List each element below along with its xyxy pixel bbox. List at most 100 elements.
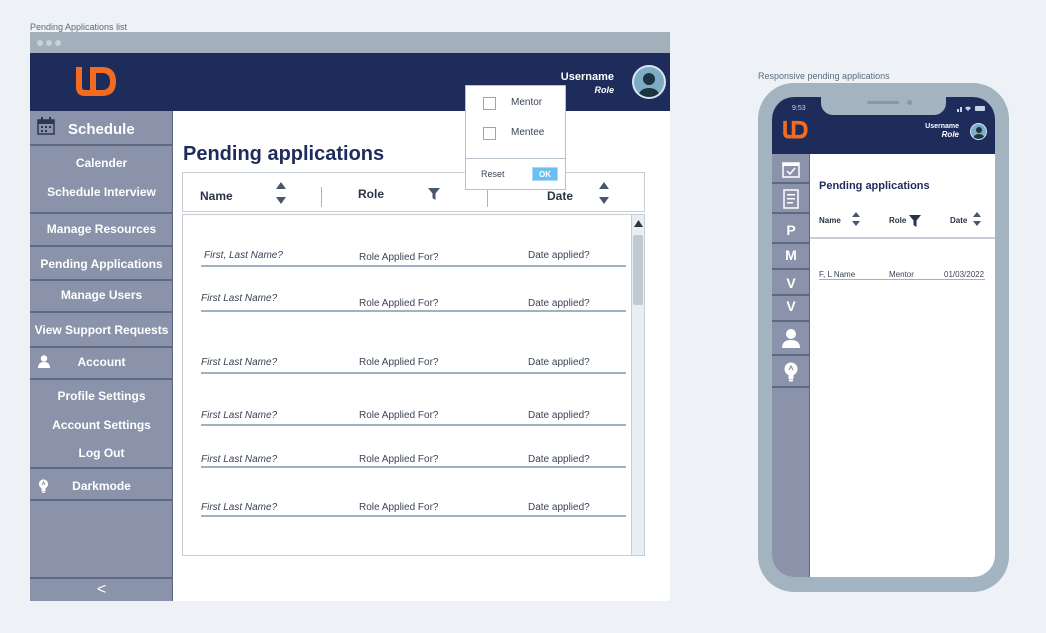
person-icon	[38, 355, 50, 368]
sidebar-item-calendar[interactable]	[772, 154, 810, 184]
sidebar-item-account[interactable]: Account	[30, 355, 173, 369]
sidebar-divider	[30, 311, 173, 313]
sidebar-divider	[30, 346, 173, 348]
sidebar-item-manage[interactable]: M	[772, 242, 810, 270]
sidebar: Schedule Calender Schedule Interview Man…	[30, 111, 173, 601]
filter-icon[interactable]	[428, 188, 440, 200]
sidebar-item-darkmode[interactable]	[772, 356, 810, 388]
column-header-role[interactable]: Role	[358, 187, 384, 201]
calendar-check-icon	[782, 162, 800, 178]
cell-name: First Last Name?	[201, 410, 278, 421]
sidebar-divider	[30, 499, 173, 501]
checkbox[interactable]	[483, 97, 496, 110]
table-body: First, Last Name? Role Applied For? Date…	[182, 214, 645, 556]
sidebar-item-view-2[interactable]: V	[772, 296, 810, 322]
scrollbar-thumb[interactable]	[633, 235, 643, 305]
avatar[interactable]	[970, 123, 987, 140]
caption-mobile: Responsive pending applications	[758, 71, 890, 81]
schedule-title: Schedule	[68, 121, 135, 138]
cell-role: Role Applied For?	[359, 357, 439, 368]
sidebar-item-schedule-interview[interactable]: Schedule Interview	[30, 185, 173, 199]
sort-icon[interactable]	[276, 182, 286, 206]
sidebar-collapse-button[interactable]: <	[30, 577, 173, 601]
sidebar-item-log-out[interactable]: Log Out	[30, 446, 173, 460]
top-bar: Username Role	[30, 53, 670, 111]
status-icons	[957, 106, 985, 112]
cell-date: Date applied?	[528, 250, 590, 261]
row-divider	[819, 279, 985, 280]
row-divider	[201, 466, 626, 468]
scroll-up-arrow-icon[interactable]	[634, 220, 643, 227]
sidebar-item-label: Darkmode	[72, 479, 131, 493]
person-icon	[782, 329, 800, 348]
ok-button[interactable]: OK	[532, 167, 558, 181]
sidebar-divider	[30, 378, 173, 380]
sort-icon[interactable]	[973, 212, 981, 227]
cell-name: F, L Name	[819, 270, 856, 279]
caption-desktop: Pending Applications list	[30, 22, 128, 32]
column-header-name[interactable]: Name	[200, 189, 233, 203]
scrollbar[interactable]	[631, 215, 644, 555]
document-icon	[783, 189, 799, 209]
sidebar-item-resources[interactable]	[772, 184, 810, 214]
column-header-role[interactable]: Role	[889, 216, 906, 225]
reset-button[interactable]: Reset	[481, 169, 505, 179]
lightbulb-icon	[38, 479, 49, 493]
sidebar-item-label: Account	[77, 355, 126, 369]
row-divider	[201, 265, 626, 267]
cell-role: Role Applied For?	[359, 454, 439, 465]
cell-name: First Last Name?	[201, 293, 278, 304]
speaker-grille	[867, 101, 899, 104]
phone-screen: 9:53 Username Role P M V V Pending appli…	[772, 97, 995, 577]
sidebar-item-profile-settings[interactable]: Profile Settings	[30, 389, 173, 403]
column-header-date[interactable]: Date	[547, 189, 573, 203]
row-divider	[201, 515, 626, 517]
sidebar-item-pending-applications[interactable]: Pending Applications	[30, 257, 173, 271]
column-divider	[487, 187, 488, 207]
sidebar-item-account[interactable]	[772, 322, 810, 356]
column-divider	[321, 187, 322, 207]
cell-role: Role Applied For?	[359, 298, 439, 309]
logo-icon[interactable]	[74, 65, 120, 99]
sidebar-item-calender[interactable]: Calender	[30, 156, 173, 170]
cell-role: Role Applied For?	[359, 502, 439, 513]
cell-date: Date applied?	[528, 502, 590, 513]
sidebar-divider	[30, 279, 173, 281]
sidebar-item-view-support-requests[interactable]: View Support Requests	[30, 323, 173, 337]
page-title: Pending applications	[183, 143, 385, 165]
sort-icon[interactable]	[599, 182, 609, 206]
logo-icon[interactable]	[782, 119, 810, 141]
sidebar-item-pending[interactable]: P	[772, 214, 810, 244]
row-divider	[201, 424, 626, 426]
column-header-name[interactable]: Name	[819, 216, 841, 225]
mobile-user-info: Username Role	[925, 123, 959, 139]
sidebar-divider	[30, 212, 173, 214]
sidebar-item-account-settings[interactable]: Account Settings	[30, 418, 173, 432]
window-dot-icon[interactable]	[37, 40, 43, 46]
avatar[interactable]	[632, 65, 666, 99]
chevron-left-icon: <	[96, 581, 107, 598]
username-label: Username	[925, 123, 959, 130]
calendar-icon	[37, 117, 55, 135]
sidebar-item-manage-resources[interactable]: Manage Resources	[30, 222, 173, 236]
front-camera	[907, 100, 912, 105]
role-filter-popup: Mentor Mentee Reset OK	[465, 85, 566, 190]
cell-name: First, Last Name?	[204, 250, 283, 261]
header-divider	[810, 237, 995, 239]
window-dot-icon[interactable]	[55, 40, 61, 46]
sidebar-item-manage-users[interactable]: Manage Users	[30, 288, 173, 302]
window-dot-icon[interactable]	[46, 40, 52, 46]
sidebar-divider	[30, 245, 173, 247]
sidebar-divider	[30, 467, 173, 469]
sort-icon[interactable]	[852, 212, 860, 227]
window-chrome	[30, 32, 670, 53]
column-header-date[interactable]: Date	[950, 216, 967, 225]
checkbox[interactable]	[483, 127, 496, 140]
sidebar-divider	[30, 144, 173, 146]
user-icon	[637, 73, 661, 97]
sidebar-schedule-header[interactable]: Schedule	[30, 117, 173, 141]
filter-icon[interactable]	[909, 215, 921, 227]
sidebar-item-darkmode[interactable]: Darkmode	[30, 479, 173, 493]
sidebar-item-view[interactable]: V	[772, 270, 810, 296]
lightbulb-icon	[784, 362, 798, 382]
